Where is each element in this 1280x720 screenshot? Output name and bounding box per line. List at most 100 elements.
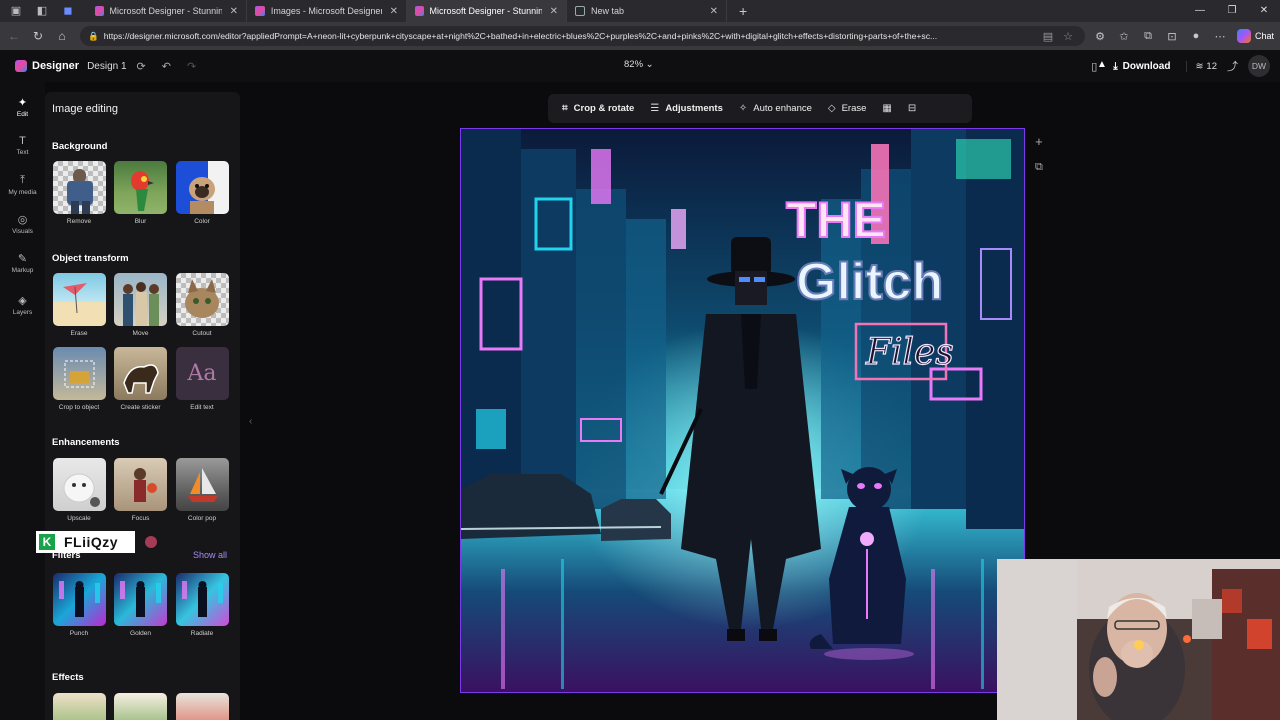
copilot-chat-button[interactable]: Chat bbox=[1236, 26, 1274, 46]
erase-label: Erase bbox=[841, 103, 867, 114]
color-background-option[interactable]: Color bbox=[175, 161, 229, 225]
section-enhancements-title: Enhancements bbox=[52, 437, 120, 448]
eraser-icon: ◇ bbox=[827, 103, 836, 114]
canvas-artwork[interactable]: THE Glitch Files bbox=[460, 128, 1025, 693]
grid-icon[interactable]: ▦ bbox=[874, 103, 899, 114]
add-page-icon[interactable]: + bbox=[1035, 134, 1043, 149]
move-object-option[interactable]: Move bbox=[114, 273, 168, 337]
new-tab-icon[interactable]: + bbox=[739, 3, 747, 19]
option-label: Create sticker bbox=[120, 404, 161, 411]
filter-punch-option[interactable]: Punch bbox=[52, 573, 106, 637]
designer-header: Designer Design 1 ⟳ ↶ ↷ 82% ⌄ ▯ ⤓ Downloa… bbox=[0, 50, 1280, 82]
filter-radiate-option[interactable]: Radiate bbox=[175, 573, 229, 637]
url-text: https://designer.microsoft.com/editor?ap… bbox=[103, 31, 938, 41]
tab-actions-icon[interactable]: ◧ bbox=[35, 4, 49, 18]
pinned-app-icon[interactable]: ◼ bbox=[61, 4, 75, 18]
browser-tab[interactable]: Microsoft Designer - Stunning de ✕ bbox=[87, 0, 247, 22]
tab-title: Images - Microsoft Designer bbox=[270, 6, 382, 16]
page-icon bbox=[575, 6, 585, 16]
rail-item-layers[interactable]: ◈ Layers bbox=[0, 285, 45, 324]
erase-object-option[interactable]: Erase bbox=[52, 273, 106, 337]
remove-background-option[interactable]: Remove bbox=[52, 161, 106, 225]
option-label: Color pop bbox=[187, 515, 217, 522]
lock-icon: 🔒 bbox=[88, 30, 99, 41]
document-name[interactable]: Design 1 bbox=[87, 61, 126, 72]
brand-name[interactable]: Designer bbox=[32, 60, 79, 72]
more-options-icon[interactable]: ⊟ bbox=[900, 103, 924, 114]
section-effects-title: Effects bbox=[52, 672, 84, 683]
duplicate-icon[interactable]: ⧉ bbox=[1035, 161, 1043, 174]
designer-favicon bbox=[255, 6, 265, 16]
download-label: Download bbox=[1122, 60, 1171, 72]
sync-icon[interactable]: ⟳ bbox=[137, 60, 146, 73]
profile-icon[interactable]: ● bbox=[1184, 30, 1208, 42]
extensions-icon[interactable]: ⚙ bbox=[1088, 30, 1112, 43]
filter-golden-option[interactable]: Golden bbox=[114, 573, 168, 637]
close-tab-icon[interactable]: ✕ bbox=[230, 6, 238, 17]
cutout-option[interactable]: Cutout bbox=[175, 273, 229, 337]
rail-item-markup[interactable]: ✎ Markup bbox=[0, 243, 45, 282]
effect-thumbnail[interactable] bbox=[175, 693, 229, 720]
rail-item-edit[interactable]: ✦ Edit bbox=[0, 87, 45, 126]
close-window-icon[interactable]: ✕ bbox=[1248, 0, 1280, 22]
download-icon: ⤓ bbox=[1113, 60, 1118, 72]
upscale-option[interactable]: Upscale bbox=[52, 458, 106, 522]
crop-rotate-button[interactable]: ⌗ Crop & rotate bbox=[554, 103, 642, 114]
credits-counter[interactable]: ≋ 12 bbox=[1186, 60, 1217, 72]
collapse-panel-icon[interactable]: ‹ bbox=[249, 416, 252, 427]
effect-thumbnail[interactable] bbox=[114, 693, 167, 720]
minimize-icon[interactable]: — bbox=[1184, 0, 1216, 22]
download-button[interactable]: ⤓ Download bbox=[1105, 56, 1178, 76]
favorites-icon[interactable]: ✩ bbox=[1112, 30, 1136, 43]
artwork-title-line1: THE bbox=[786, 192, 886, 248]
rail-label: Text bbox=[16, 149, 29, 156]
collections-icon[interactable]: ⧉ bbox=[1136, 30, 1160, 43]
rail-item-text[interactable]: T Text bbox=[0, 126, 45, 165]
share-icon[interactable]: ⤴ bbox=[1227, 58, 1238, 74]
refresh-icon[interactable]: ↻ bbox=[26, 29, 50, 43]
undo-icon[interactable]: ↶ bbox=[162, 60, 171, 73]
auto-enhance-button[interactable]: ✧ Auto enhance bbox=[731, 103, 820, 114]
close-tab-icon[interactable]: ✕ bbox=[710, 6, 718, 17]
option-label: Upscale bbox=[67, 515, 91, 522]
chat-label: Chat bbox=[1254, 31, 1274, 41]
back-icon[interactable]: ← bbox=[2, 29, 26, 43]
visuals-icon: ◎ bbox=[17, 213, 28, 226]
auto-enhance-label: Auto enhance bbox=[753, 103, 812, 114]
badge-dot-icon bbox=[145, 536, 157, 548]
image-editing-panel: Image editing Background Remove Blur Col… bbox=[45, 92, 240, 720]
tab-title: New tab bbox=[591, 6, 625, 16]
option-label: Radiate bbox=[190, 630, 214, 637]
blur-background-option[interactable]: Blur bbox=[114, 161, 168, 225]
adjustments-button[interactable]: ☰ Adjustments bbox=[642, 103, 731, 114]
rail-item-visuals[interactable]: ◎ Visuals bbox=[0, 204, 45, 243]
artwork-title-line2: Glitch bbox=[796, 253, 943, 311]
edit-text-option[interactable]: Aa Edit text bbox=[175, 347, 229, 411]
color-pop-option[interactable]: Color pop bbox=[175, 458, 229, 522]
browser-toolbar: ← ↻ ⌂ 🔒 https://designer.microsoft.com/e… bbox=[0, 22, 1280, 50]
close-tab-icon[interactable]: ✕ bbox=[390, 6, 398, 17]
workspaces-icon[interactable]: ▣ bbox=[9, 4, 23, 18]
browser-tab-active[interactable]: Microsoft Designer - Stunning de ✕ bbox=[407, 0, 567, 22]
window-controls: — ❐ ✕ bbox=[1184, 0, 1280, 22]
upload-icon: ⤒ bbox=[20, 173, 25, 186]
restore-icon[interactable]: ❐ bbox=[1216, 0, 1248, 22]
more-icon[interactable]: ⋯ bbox=[1208, 30, 1232, 43]
effect-thumbnail[interactable] bbox=[52, 693, 106, 720]
browser-tab[interactable]: New tab ✕ bbox=[567, 0, 727, 22]
address-bar[interactable]: 🔒 https://designer.microsoft.com/editor?… bbox=[80, 26, 1085, 46]
home-icon[interactable]: ⌂ bbox=[50, 29, 74, 43]
create-sticker-option[interactable]: Create sticker bbox=[114, 347, 168, 411]
avatar[interactable]: DW bbox=[1248, 55, 1270, 77]
show-all-link[interactable]: Show all bbox=[193, 550, 227, 560]
close-tab-icon[interactable]: ✕ bbox=[550, 6, 558, 17]
zoom-dropdown[interactable]: 82% ⌄ bbox=[624, 59, 654, 70]
browser-tab[interactable]: Images - Microsoft Designer ✕ bbox=[247, 0, 407, 22]
rail-item-my-media[interactable]: ⤒ My media bbox=[0, 165, 45, 204]
focus-option[interactable]: Focus bbox=[114, 458, 168, 522]
favorite-star-icon[interactable]: ☆ bbox=[1056, 30, 1080, 43]
erase-button[interactable]: ◇ Erase bbox=[820, 103, 875, 114]
crop-to-object-option[interactable]: Crop to object bbox=[52, 347, 106, 411]
redo-icon[interactable]: ↷ bbox=[187, 60, 196, 73]
screenshot-icon[interactable]: ⊡ bbox=[1160, 30, 1184, 43]
